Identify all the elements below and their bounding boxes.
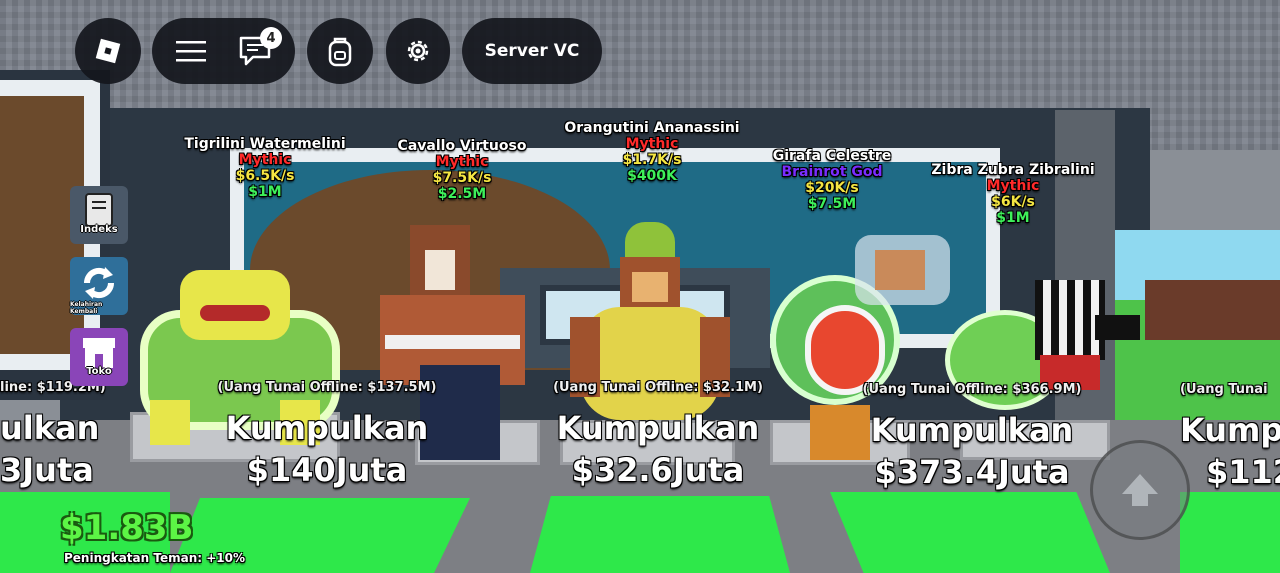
chat-unread-badge: 4 — [260, 27, 282, 49]
brainrot-income-rate: $20K/s — [805, 180, 859, 196]
settings-button[interactable] — [386, 18, 450, 84]
collector-partial-left: line: $119.2M) ulkan 3Juta — [0, 380, 106, 489]
brainrot-price: $1M — [248, 184, 282, 200]
menu-chat-group: 4 — [152, 18, 295, 84]
shop-button[interactable]: Toko — [70, 328, 128, 386]
collector[interactable]: (Uang Tunai Offline: $137.5M) Kumpulkan … — [212, 380, 442, 489]
outside-shop — [1145, 280, 1280, 340]
brainrot-price: $400K — [627, 168, 677, 184]
roblox-logo-icon — [95, 38, 121, 64]
collector[interactable]: (Uang Tunai Offline: $32.1M) Kumpulkan $… — [543, 380, 773, 489]
collect-label: Kumpulkan — [225, 409, 429, 447]
hamburger-icon — [176, 41, 206, 62]
shop-label: Toko — [86, 366, 112, 377]
server-vc-button[interactable]: Server VC — [462, 18, 602, 84]
hamburger-menu-button[interactable] — [164, 18, 218, 84]
brainrot-income-rate: $6K/s — [991, 194, 1035, 210]
collect-label: Kumpulkan — [870, 411, 1074, 449]
backpack-icon — [328, 37, 352, 67]
collect-pad[interactable] — [830, 492, 1110, 573]
brainrot-info: Orangutini Ananassini Mythic $1.7K/s $40… — [552, 120, 752, 184]
index-label: Indeks — [80, 224, 118, 235]
brainrot-info: Tigrilini Watermelini Mythic $6.5K/s $1M — [175, 136, 355, 200]
refresh-icon — [83, 267, 115, 299]
collect-label: Kumpulkan — [556, 409, 760, 447]
collect-label: Kump — [1180, 411, 1280, 449]
collector-partial-right[interactable]: (Uang Tunai Kump $112 — [1180, 382, 1280, 491]
brainrot-income-rate: $6.5K/s — [235, 168, 295, 184]
brainrot-price: $1M — [996, 210, 1030, 226]
brainrot-name: Tigrilini Watermelini — [184, 136, 346, 152]
offline-cash: (Uang Tunai — [1180, 382, 1268, 397]
offline-cash: (Uang Tunai Offline: $137.5M) — [217, 380, 437, 395]
collect-amount: $373.4Juta — [874, 453, 1070, 491]
brainrot-income-rate: $7.5K/s — [432, 170, 492, 186]
arrow-up-icon — [1122, 474, 1158, 506]
collect-pad[interactable] — [530, 496, 790, 573]
rebirth-button[interactable]: Kelahiran Kembali — [70, 257, 128, 315]
collect-amount: $112 — [1206, 453, 1280, 491]
gear-icon — [407, 40, 429, 62]
brainrot-info: Zibra Zubra Zibralini Mythic $6K/s $1M — [918, 162, 1108, 226]
jump-button[interactable] — [1090, 440, 1190, 540]
collector[interactable]: (Uang Tunai Offline: $366.9M) Kumpulkan … — [857, 382, 1087, 491]
server-vc-label: Server VC — [484, 41, 580, 61]
brainrot-rarity: Mythic — [435, 154, 489, 170]
collect-amount: $32.6Juta — [571, 451, 745, 489]
brainrot-rarity: Brainrot God — [781, 164, 883, 180]
brainrot-info: Girafa Celestre Brainrot God $20K/s $7.5… — [752, 148, 912, 212]
brainrot-rarity: Mythic — [625, 136, 679, 152]
brainrot-name: Zibra Zubra Zibralini — [931, 162, 1095, 178]
friend-boost: Peningkatan Teman: +10% — [64, 551, 245, 565]
offline-cash: (Uang Tunai Offline: $366.9M) — [862, 382, 1082, 397]
roblox-menu-button[interactable] — [75, 18, 141, 84]
player-money: $1.83B — [60, 508, 194, 548]
brainrot-name: Cavallo Virtuoso — [397, 138, 527, 154]
brainrot-income-rate: $1.7K/s — [622, 152, 682, 168]
brainrot-name: Orangutini Ananassini — [564, 120, 740, 136]
collect-amount: $140Juta — [246, 451, 408, 489]
brainrot-price: $7.5M — [807, 196, 857, 212]
brainrot-info: Cavallo Virtuoso Mythic $7.5K/s $2.5M — [382, 138, 542, 202]
chat-button[interactable]: 4 — [228, 18, 282, 84]
index-button[interactable]: Indeks — [70, 186, 128, 244]
collect-amount: 3Juta — [0, 451, 94, 489]
brainrot-name: Girafa Celestre — [772, 148, 892, 164]
inventory-button[interactable] — [307, 18, 373, 84]
collect-pad[interactable] — [1180, 492, 1280, 573]
brainrot-rarity: Mythic — [986, 178, 1040, 194]
offline-cash: (Uang Tunai Offline: $32.1M) — [553, 380, 763, 395]
rebirth-label: Kelahiran Kembali — [70, 301, 103, 315]
brainrot-rarity: Mythic — [238, 152, 292, 168]
collect-label: ulkan — [0, 409, 100, 447]
brainrot-price: $2.5M — [437, 186, 487, 202]
